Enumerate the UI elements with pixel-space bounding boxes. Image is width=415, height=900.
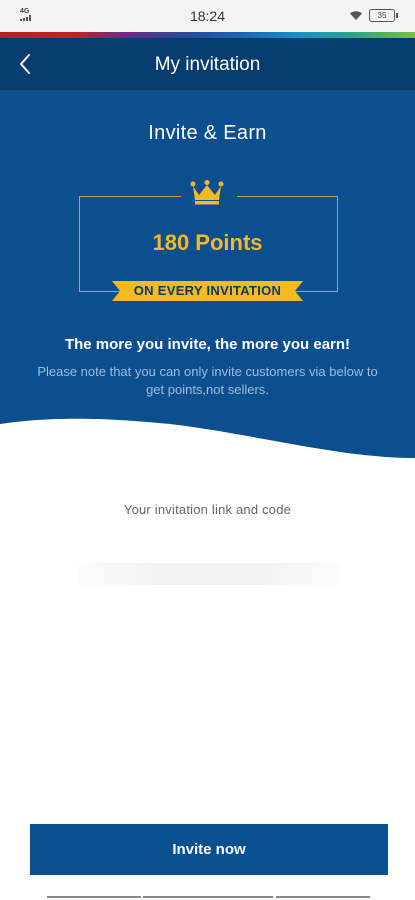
invite-now-button[interactable]: Invite now: [30, 824, 388, 875]
battery-icon: 35: [369, 9, 398, 22]
hero-title: Invite & Earn: [148, 122, 267, 144]
wifi-icon: [350, 11, 362, 20]
crown-icon: [190, 180, 224, 205]
ribbon-text: ON EVERY INVITATION: [133, 283, 282, 298]
gesture-bar: [47, 896, 370, 898]
status-bar: 4G 18:24 35: [0, 0, 415, 32]
battery-level: 35: [377, 11, 387, 20]
invitation-link-label: Your invitation link and code: [123, 502, 292, 517]
invite-hero: Invite & Earn 180 Points ON EVERY INVITA…: [0, 90, 415, 470]
points-value: 180 Points: [152, 230, 263, 255]
page-title: My invitation: [154, 54, 261, 75]
invitation-link-field[interactable]: [78, 563, 340, 585]
tagline: The more you invite, the more you earn!: [64, 336, 351, 353]
nav-bar: My invitation: [0, 38, 415, 90]
invite-note: Please note that you can only invite cus…: [37, 364, 378, 397]
